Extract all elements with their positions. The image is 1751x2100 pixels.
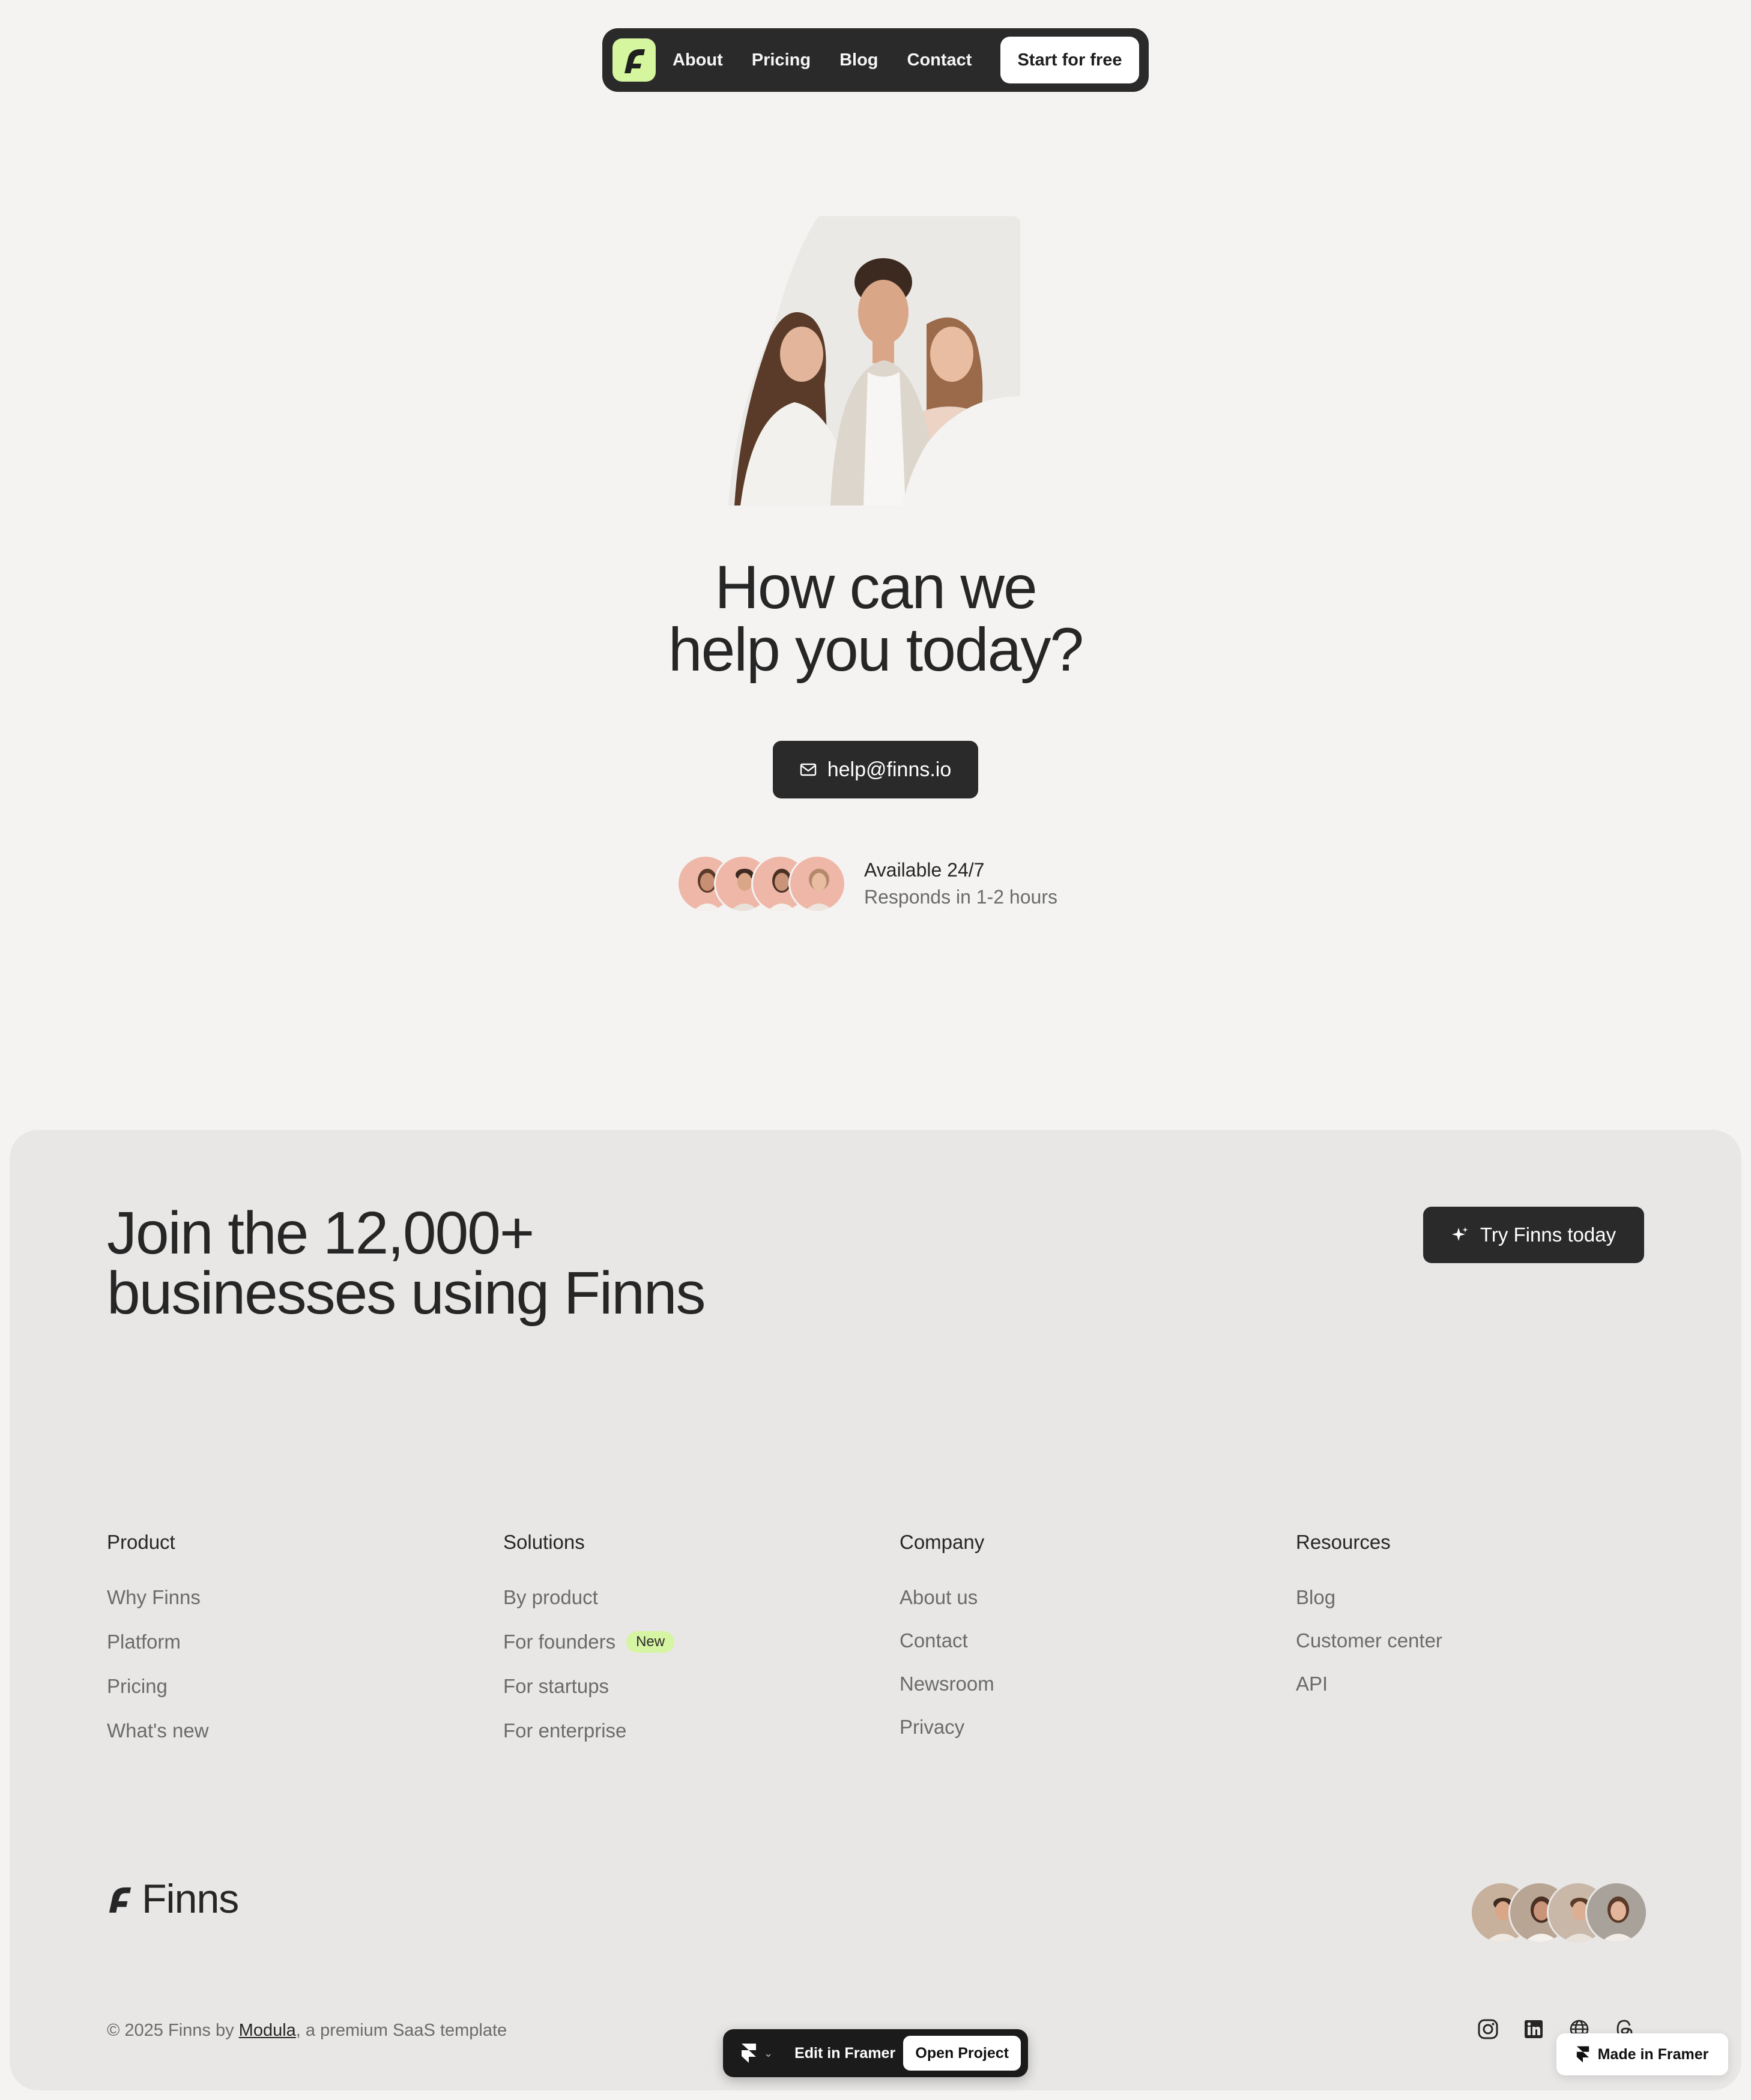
- page-title: How can we help you today?: [0, 556, 1751, 681]
- response-time: Responds in 1-2 hours: [864, 886, 1057, 908]
- footer-link-contact[interactable]: Contact: [900, 1629, 994, 1652]
- nav-link-pricing[interactable]: Pricing: [752, 50, 811, 70]
- finns-logo-icon[interactable]: [612, 38, 656, 82]
- support-avatars: [677, 855, 846, 913]
- team-photo: [728, 216, 1020, 505]
- footer-link-label: For founders: [503, 1631, 616, 1653]
- footer-link-why-finns[interactable]: Why Finns: [107, 1586, 209, 1609]
- column-heading: Resources: [1296, 1531, 1391, 1553]
- copyright-prefix: © 2025 Finns by: [107, 2021, 239, 2040]
- email-address: help@finns.io: [827, 758, 952, 781]
- avatar: [788, 855, 846, 913]
- footer-link-for-startups[interactable]: For startups: [503, 1675, 674, 1698]
- footer-headline-line-1: Join the 12,000+: [107, 1199, 534, 1267]
- footer-link-for-enterprise[interactable]: For enterprise: [503, 1719, 674, 1742]
- chevron-down-icon[interactable]: ⌄: [764, 2047, 773, 2060]
- copyright-text: © 2025 Finns by Modula, a premium SaaS t…: [107, 2021, 507, 2041]
- try-finns-button[interactable]: Try Finns today: [1423, 1207, 1644, 1263]
- column-heading: Product: [107, 1531, 175, 1553]
- footer-link-pricing[interactable]: Pricing: [107, 1675, 209, 1698]
- page-title-line-2: help you today?: [668, 615, 1084, 684]
- brand-name: Finns: [142, 1876, 239, 1922]
- footer-link-platform[interactable]: Platform: [107, 1631, 209, 1653]
- footer-brand[interactable]: Finns: [107, 1875, 239, 1922]
- footer-column-product: Product Why Finns Platform Pricing What'…: [107, 1531, 209, 1742]
- footer-column-resources: Resources Blog Customer center API: [1296, 1531, 1442, 1695]
- column-heading: Company: [900, 1531, 985, 1553]
- framer-logo-icon[interactable]: [741, 2043, 757, 2063]
- start-for-free-button[interactable]: Start for free: [1000, 37, 1139, 83]
- copyright-suffix: , a premium SaaS template: [295, 2021, 507, 2040]
- modula-link[interactable]: Modula: [239, 2021, 296, 2040]
- footer-headline-line-2: businesses using Finns: [107, 1260, 706, 1327]
- sparkle-icon: [1451, 1227, 1468, 1241]
- framer-logo-icon: [1576, 2046, 1589, 2063]
- team-avatars: [1470, 1881, 1648, 1944]
- mail-icon: [800, 763, 816, 776]
- instagram-icon[interactable]: [1477, 2018, 1499, 2040]
- footer-headline: Join the 12,000+ businesses using Finns: [107, 1199, 706, 1327]
- column-heading: Solutions: [503, 1531, 585, 1553]
- footer: Join the 12,000+ businesses using Finns …: [10, 1130, 1741, 2090]
- nav-link-contact[interactable]: Contact: [907, 50, 972, 70]
- footer-link-about-us[interactable]: About us: [900, 1586, 994, 1609]
- open-project-button[interactable]: Open Project: [903, 2036, 1021, 2071]
- made-in-framer-badge[interactable]: Made in Framer: [1556, 2033, 1728, 2075]
- framer-edit-bar: ⌄ Edit in Framer Open Project: [723, 2029, 1028, 2077]
- new-badge: New: [626, 1631, 675, 1653]
- edit-in-framer-button[interactable]: Edit in Framer: [794, 2045, 895, 2062]
- nav-link-blog[interactable]: Blog: [839, 50, 878, 70]
- footer-link-api[interactable]: API: [1296, 1673, 1442, 1695]
- footer-link-for-founders[interactable]: For founders New: [503, 1631, 675, 1653]
- linkedin-icon[interactable]: [1523, 2018, 1544, 2040]
- footer-link-customer-center[interactable]: Customer center: [1296, 1629, 1442, 1652]
- avatar: [1585, 1881, 1648, 1944]
- email-support-button[interactable]: help@finns.io: [773, 741, 978, 798]
- footer-column-company: Company About us Contact Newsroom Privac…: [900, 1531, 994, 1739]
- footer-column-solutions: Solutions By product For founders New Fo…: [503, 1531, 675, 1742]
- footer-link-privacy[interactable]: Privacy: [900, 1716, 994, 1739]
- footer-link-blog[interactable]: Blog: [1296, 1586, 1442, 1609]
- top-navbar: About Pricing Blog Contact Start for fre…: [602, 28, 1149, 92]
- availability-block: Available 24/7 Responds in 1-2 hours: [677, 854, 1057, 914]
- nav-link-about[interactable]: About: [673, 50, 723, 70]
- footer-link-by-product[interactable]: By product: [503, 1586, 674, 1609]
- availability-title: Available 24/7: [864, 859, 985, 881]
- footer-link-whats-new[interactable]: What's new: [107, 1719, 209, 1742]
- finns-logo-icon: [109, 1887, 132, 1913]
- footer-link-newsroom[interactable]: Newsroom: [900, 1673, 994, 1695]
- page-title-line-1: How can we: [715, 553, 1038, 621]
- made-in-framer-label: Made in Framer: [1597, 2045, 1709, 2063]
- try-finns-label: Try Finns today: [1480, 1223, 1616, 1246]
